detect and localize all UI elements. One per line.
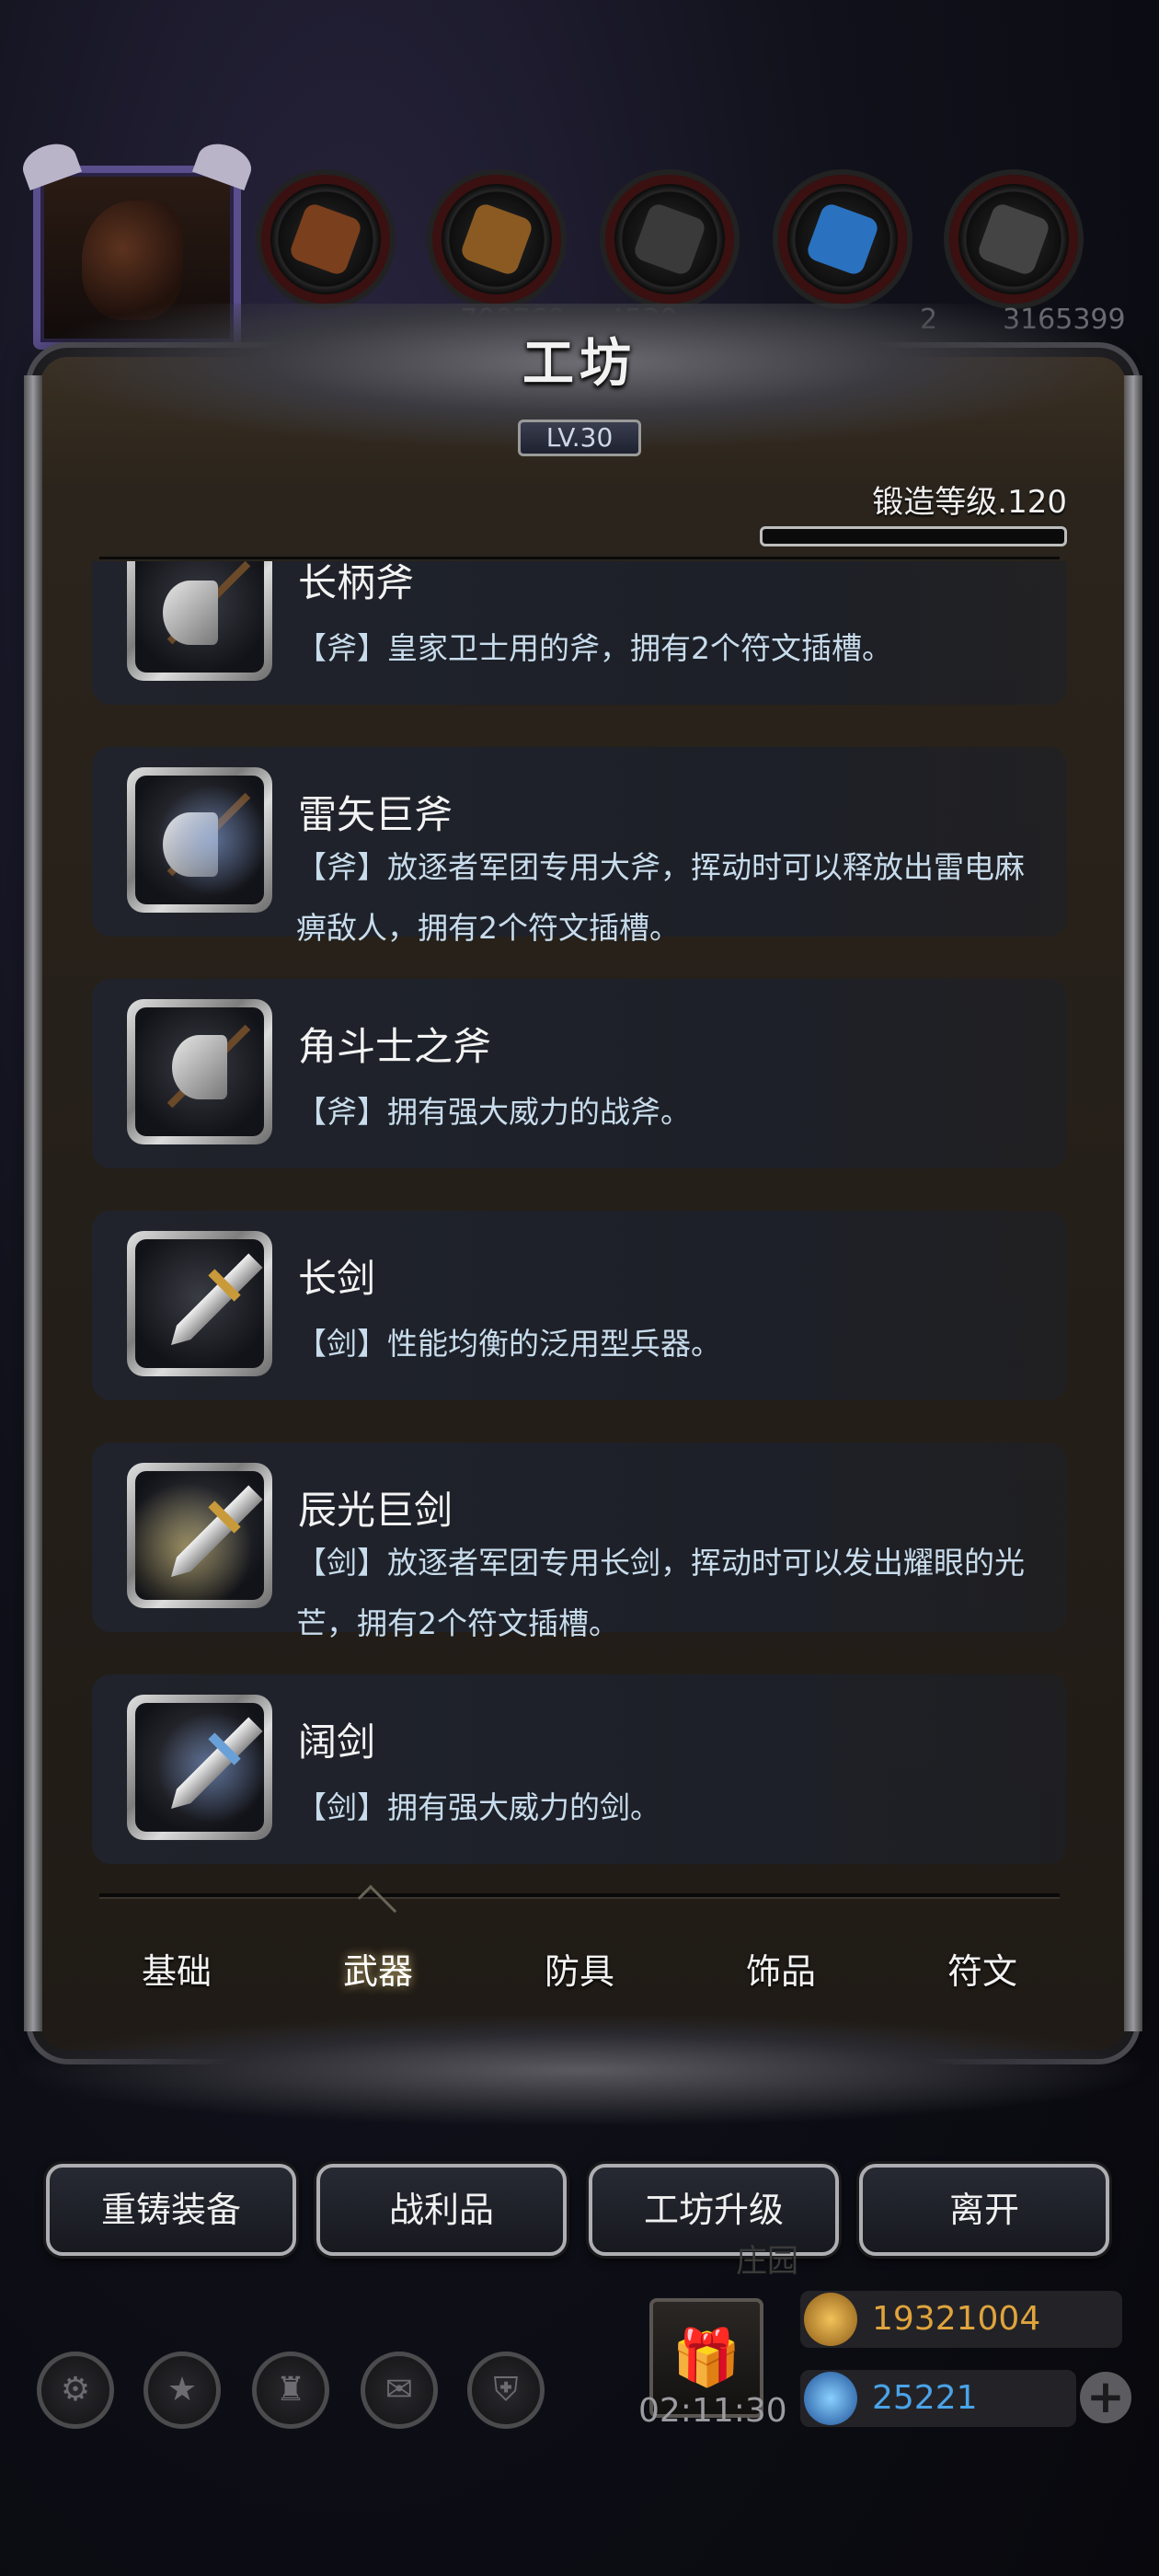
item-name: 辰光巨剑 bbox=[298, 1488, 453, 1533]
guild-icon[interactable]: ♜ bbox=[252, 2352, 329, 2429]
forge-level-label: 锻造等级.120 bbox=[872, 484, 1067, 521]
gem-amount: 25221 bbox=[872, 2379, 978, 2417]
plank-resource-icon bbox=[432, 175, 561, 304]
mail-icon[interactable]: ✉ bbox=[361, 2352, 438, 2429]
list-item[interactable]: 辰光巨剑 【剑】放逐者军团专用长剑，挥动时可以发出耀眼的光芒，拥有2个符文插槽。 bbox=[92, 1443, 1067, 1641]
item-description: 【斧】皇家卫士用的斧，拥有2个符文插槽。 bbox=[296, 630, 892, 666]
item-name: 长柄斧 bbox=[298, 561, 415, 605]
right-wing-ornament bbox=[191, 136, 258, 191]
list-item[interactable]: 阔剑 【剑】拥有强大威力的剑。 bbox=[92, 1674, 1067, 1864]
list-item[interactable]: 长柄斧 【斧】皇家卫士用的斧，拥有2个符文插槽。 bbox=[92, 561, 1067, 705]
gladiator-axe-icon bbox=[135, 1007, 264, 1136]
list-item[interactable]: 长剑 【剑】性能均衡的泛用型兵器。 bbox=[92, 1211, 1067, 1400]
leave-button[interactable]: 离开 bbox=[859, 2164, 1109, 2256]
item-icon-frame bbox=[127, 1231, 272, 1376]
item-icon-frame bbox=[127, 999, 272, 1144]
broadsword-icon bbox=[135, 1703, 264, 1832]
gem-counter: 25221 bbox=[800, 2370, 1076, 2427]
tab-basic[interactable]: 基础 bbox=[85, 1941, 269, 2002]
item-description: 【斧】拥有强大威力的战斧。 bbox=[296, 1094, 691, 1130]
page-title: 工坊 bbox=[522, 333, 637, 394]
reforge-button[interactable]: 重铸装备 bbox=[46, 2164, 296, 2256]
loot-button[interactable]: 战利品 bbox=[316, 2164, 567, 2256]
thunder-axe-icon bbox=[135, 776, 264, 904]
item-description: 【剑】拥有强大威力的剑。 bbox=[296, 1789, 660, 1825]
crystal-resource-icon bbox=[778, 175, 907, 304]
gem-icon bbox=[804, 2372, 857, 2425]
item-name: 雷矢巨斧 bbox=[298, 792, 453, 837]
forge-progress-bar bbox=[760, 526, 1067, 546]
tab-weapons[interactable]: 武器 bbox=[286, 1941, 470, 2002]
hero-weapon-icon bbox=[82, 201, 183, 320]
shop-icon[interactable]: ⛨ bbox=[467, 2352, 545, 2429]
wood-resource-icon bbox=[261, 175, 390, 304]
gold-counter: 19321004 bbox=[800, 2291, 1122, 2348]
dawn-greatsword-icon bbox=[135, 1471, 264, 1600]
workshop-level-badge: LV.30 bbox=[518, 420, 641, 456]
longsword-icon bbox=[135, 1239, 264, 1368]
item-name: 阔剑 bbox=[298, 1719, 376, 1765]
category-tabs: 基础 武器 防具 饰品 符文 bbox=[85, 1941, 1074, 2002]
item-name: 角斗士之斧 bbox=[298, 1024, 492, 1069]
divider bbox=[99, 557, 1060, 559]
achievement-icon[interactable]: ★ bbox=[143, 2352, 221, 2429]
item-name: 长剑 bbox=[298, 1256, 376, 1301]
tab-runes[interactable]: 符文 bbox=[890, 1941, 1074, 2002]
iron-resource-icon bbox=[605, 175, 734, 304]
item-description: 【剑】放逐者军团专用长剑，挥动时可以发出耀眼的光芒，拥有2个符文插槽。 bbox=[296, 1545, 1025, 1641]
item-icon-frame bbox=[127, 767, 272, 913]
add-currency-button[interactable]: + bbox=[1080, 2372, 1131, 2423]
item-description: 【剑】性能均衡的泛用型兵器。 bbox=[296, 1326, 721, 1362]
item-list[interactable]: 长柄斧 【斧】皇家卫士用的斧，拥有2个符文插槽。 雷矢巨斧 【斧】放逐者军团专用… bbox=[92, 561, 1067, 1886]
bottom-crest-ornament bbox=[18, 2015, 1141, 2125]
left-wing-ornament bbox=[17, 136, 83, 191]
item-icon-frame bbox=[127, 561, 272, 681]
panel-border bbox=[1124, 375, 1142, 2031]
polearm-axe-icon bbox=[135, 561, 264, 673]
settings-icon[interactable]: ⚙ bbox=[37, 2352, 114, 2429]
tab-accessories[interactable]: 饰品 bbox=[689, 1941, 873, 2002]
item-icon-frame bbox=[127, 1695, 272, 1840]
panel-border bbox=[24, 375, 42, 2031]
item-icon-frame bbox=[127, 1463, 272, 1608]
tab-armor[interactable]: 防具 bbox=[488, 1941, 671, 2002]
workshop-upgrade-button[interactable]: 工坊升级 bbox=[589, 2164, 839, 2256]
screen: { "background": { "resource_numbers": ["… bbox=[0, 0, 1159, 2576]
ore-resource-icon bbox=[949, 175, 1078, 304]
gold-coin-icon bbox=[804, 2293, 857, 2346]
divider bbox=[99, 1893, 1060, 1897]
gift-timer: 02:11:30 bbox=[638, 2392, 787, 2430]
gold-amount: 19321004 bbox=[872, 2300, 1041, 2338]
list-item[interactable]: 角斗士之斧 【斧】拥有强大威力的战斧。 bbox=[92, 979, 1067, 1168]
item-description: 【斧】放逐者军团专用大斧，挥动时可以释放出雷电麻痹敌人，拥有2个符文插槽。 bbox=[296, 849, 1025, 946]
list-item[interactable]: 雷矢巨斧 【斧】放逐者军团专用大斧，挥动时可以释放出雷电麻痹敌人，拥有2个符文插… bbox=[92, 747, 1067, 946]
manor-label: 庄园 bbox=[736, 2243, 798, 2280]
